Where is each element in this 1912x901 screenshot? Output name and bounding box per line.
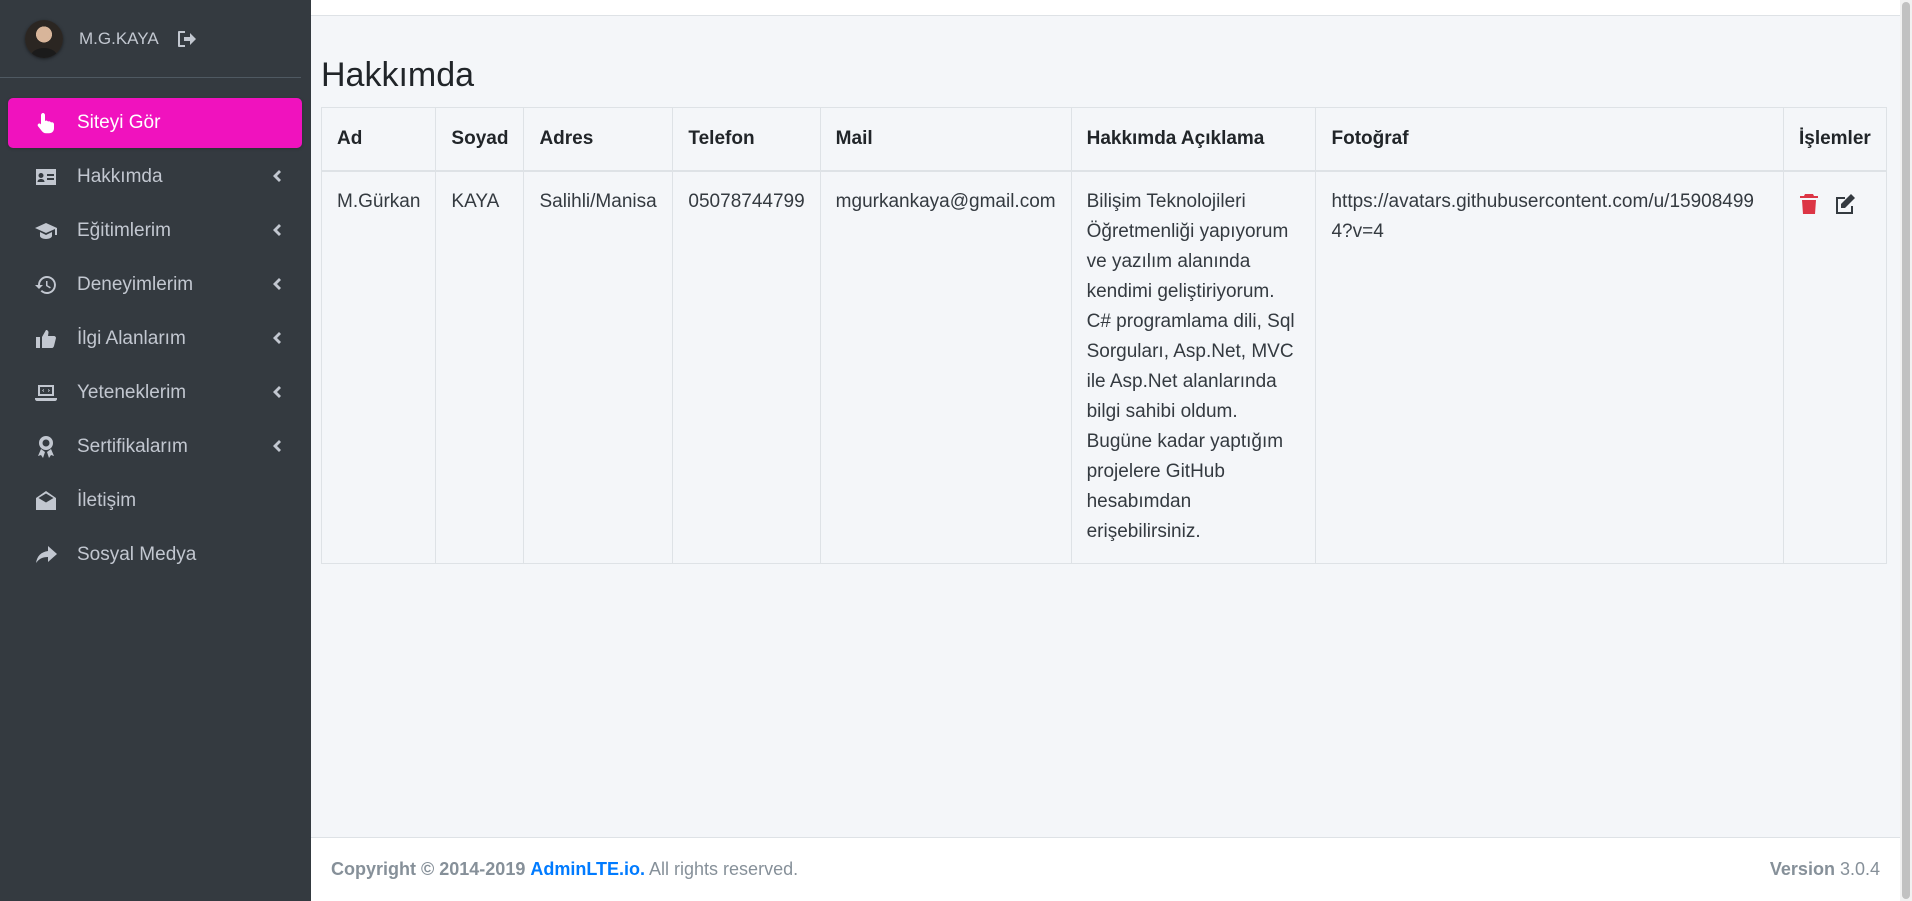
sidebar-item-sosyal-medya[interactable]: Sosyal Medya [8,530,302,580]
cell-telefon: 05078744799 [672,170,821,564]
sidebar-item-deneyimlerim[interactable]: Deneyimlerim [8,260,302,310]
sidebar-item-label: Hakkımda [77,166,163,187]
graduation-cap-icon [32,219,60,243]
cell-aciklama: Bilişim Teknolojileri Öğretmenliği yapıy… [1070,170,1317,564]
pointer-hand-icon [32,111,60,135]
row-actions [1799,187,1871,215]
cell-adres: Salihli/Manisa [523,170,674,564]
cell-islemler [1782,170,1888,564]
award-icon [32,435,60,459]
sidebar-item-label: İlgi Alanlarım [77,328,186,349]
rights-text: All rights reserved. [649,859,799,879]
col-telefon: Telefon [672,107,821,172]
sidebar-item-ilgi-alanlarim[interactable]: İlgi Alanlarım [8,314,302,364]
col-mail: Mail [819,107,1072,172]
col-ad: Ad [320,107,437,172]
sidebar-item-egitimlerim[interactable]: Eğitimlerim [8,206,302,256]
sidebar-item-label: Eğitimlerim [77,220,171,241]
envelope-open-icon [32,489,60,513]
page-title: Hakkımda [321,56,475,94]
sidebar-item-yeteneklerim[interactable]: Yeteneklerim [8,368,302,418]
sidebar: M.G.KAYA Siteyi Gör Hakkımda Eğitimlerim… [0,0,311,901]
chevron-left-icon [270,168,282,184]
version-label: Version [1769,859,1835,879]
col-soyad: Soyad [435,107,525,172]
cell-ad: M.Gürkan [320,170,437,564]
laptop-code-icon [32,381,60,405]
sidebar-item-siteyi-gor[interactable]: Siteyi Gör [8,98,302,148]
chevron-left-icon [270,222,282,238]
col-islemler: İşlemler [1782,107,1888,172]
sidebar-item-iletisim[interactable]: İletişim [8,476,302,526]
footer-copyright: Copyright © 2014-2019 AdminLTE.io. All r… [331,859,798,880]
sidebar-item-hakkimda[interactable]: Hakkımda [8,152,302,202]
top-navbar [311,0,1900,16]
sidebar-item-label: Siteyi Gör [77,112,161,133]
col-fotograf: Fotoğraf [1315,107,1784,172]
scrollbar-thumb[interactable] [1902,2,1910,899]
user-avatar[interactable] [25,19,63,58]
col-adres: Adres [523,107,674,172]
footer: Copyright © 2014-2019 AdminLTE.io. All r… [311,837,1900,901]
id-card-icon [32,165,60,189]
scrollbar[interactable] [1900,0,1912,901]
cell-mail: mgurkankaya@gmail.com [819,170,1072,564]
col-aciklama: Hakkımda Açıklama [1070,107,1317,172]
copyright-text: Copyright © 2014-2019 [331,859,526,879]
thumbs-up-icon [32,327,60,351]
user-name[interactable]: M.G.KAYA [79,29,159,49]
history-icon [32,273,60,297]
delete-icon[interactable] [1799,193,1823,215]
sidebar-item-label: Sertifikalarım [77,436,188,457]
share-icon [32,543,60,567]
sidebar-item-label: Sosyal Medya [77,544,197,565]
chevron-left-icon [270,438,282,454]
footer-version: Version 3.0.4 [1770,859,1880,880]
chevron-left-icon [270,276,282,292]
logout-icon[interactable] [177,29,199,49]
sidebar-item-label: İletişim [77,490,137,511]
edit-icon[interactable] [1833,193,1857,215]
cell-fotograf: https://avatars.githubusercontent.com/u/… [1315,170,1784,564]
version-number: 3.0.4 [1839,859,1880,879]
sidebar-nav: Siteyi Gör Hakkımda Eğitimlerim Deneyiml… [0,78,311,580]
chevron-left-icon [270,384,282,400]
sidebar-item-label: Yeteneklerim [77,382,187,403]
sidebar-item-sertifikalarim[interactable]: Sertifikalarım [8,422,302,472]
adminlte-link[interactable]: AdminLTE.io. [530,859,645,879]
sidebar-item-label: Deneyimlerim [77,274,194,295]
about-table: Ad Soyad Adres Telefon Mail Hakkımda Açı… [320,107,1888,564]
table-header-row: Ad Soyad Adres Telefon Mail Hakkımda Açı… [320,107,1888,172]
user-panel: M.G.KAYA [0,0,301,78]
table-row: M.Gürkan KAYA Salihli/Manisa 05078744799… [320,170,1888,564]
cell-soyad: KAYA [435,170,525,564]
chevron-left-icon [270,330,282,346]
